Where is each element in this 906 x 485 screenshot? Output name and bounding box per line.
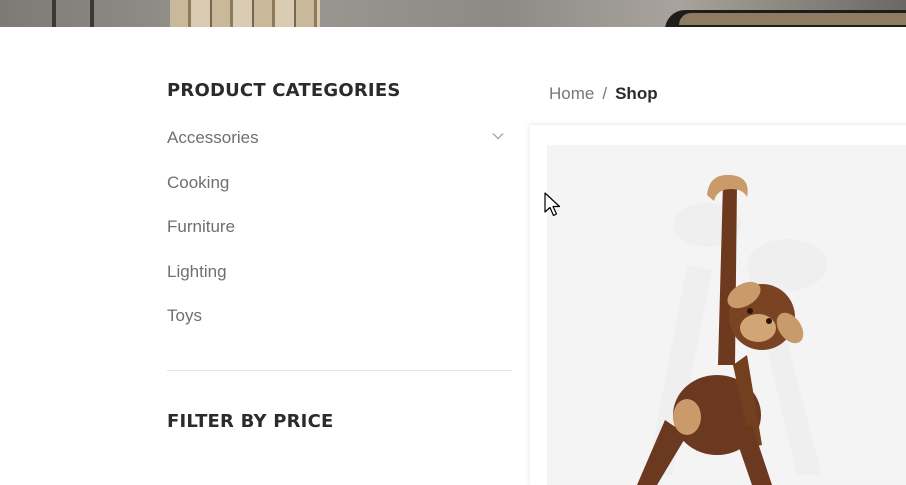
- mouse-cursor-icon: [544, 192, 561, 217]
- product-card[interactable]: [530, 125, 906, 485]
- breadcrumb-separator: /: [602, 84, 608, 103]
- sidebar-divider: [167, 370, 512, 371]
- category-label[interactable]: Toys: [167, 304, 512, 328]
- category-label[interactable]: Lighting: [167, 260, 512, 284]
- category-item-cooking[interactable]: Cooking: [167, 171, 512, 216]
- breadcrumb-current: Shop: [615, 84, 658, 103]
- header-banner-image: [0, 0, 906, 27]
- breadcrumb: Home / Shop: [549, 82, 658, 106]
- category-item-furniture[interactable]: Furniture: [167, 215, 512, 260]
- category-label[interactable]: Furniture: [167, 215, 512, 239]
- wooden-monkey-toy-icon: [637, 174, 827, 485]
- category-item-toys[interactable]: Toys: [167, 304, 512, 349]
- chevron-down-icon[interactable]: [492, 130, 504, 142]
- filter-by-price-title: FILTER BY PRICE: [167, 411, 334, 432]
- product-categories-title: PRODUCT CATEGORIES: [167, 80, 401, 101]
- category-item-lighting[interactable]: Lighting: [167, 260, 512, 305]
- breadcrumb-home-link[interactable]: Home: [549, 84, 594, 103]
- shop-sidebar: PRODUCT CATEGORIES Accessories Cooking F…: [167, 79, 512, 432]
- category-item-accessories[interactable]: Accessories: [167, 126, 512, 171]
- category-label[interactable]: Cooking: [167, 171, 512, 195]
- category-label[interactable]: Accessories: [167, 126, 512, 150]
- category-list: Accessories Cooking Furniture Lighting T…: [167, 126, 512, 349]
- product-image[interactable]: [547, 145, 906, 485]
